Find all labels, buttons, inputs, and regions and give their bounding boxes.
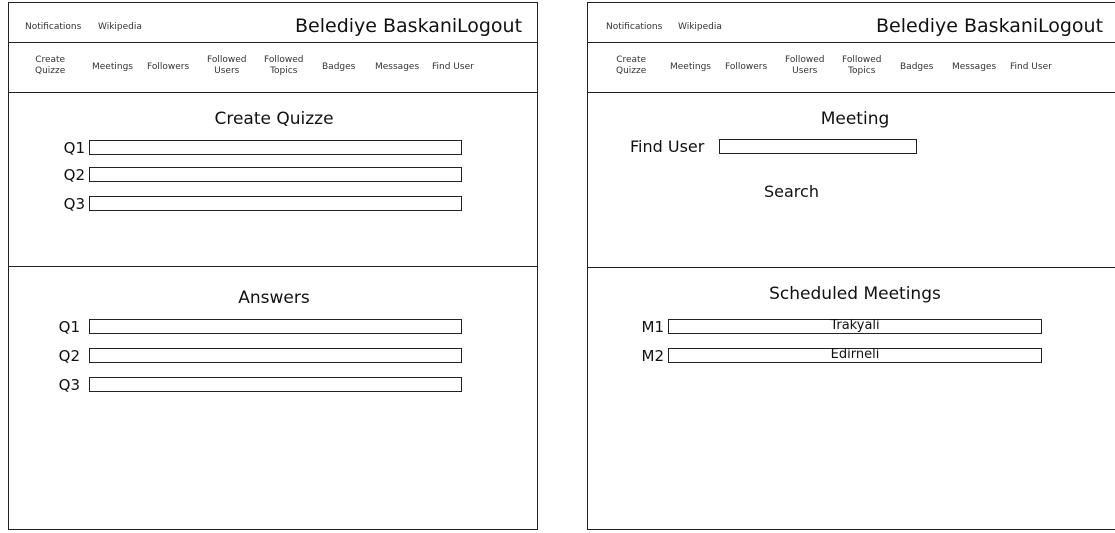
wikipedia-link[interactable]: Wikipedia [98,22,142,32]
logout-link[interactable]: Logout [1038,15,1103,37]
answer-label: Q1 [58,318,80,336]
create-quizze-title: Create Quizze [214,109,334,129]
nav-followed-topics[interactable]: Followed Topics [264,55,303,77]
nav-find-user[interactable]: Find User [432,62,474,73]
question-label: Q2 [63,166,85,184]
search-button[interactable]: Search [764,182,819,201]
wikipedia-link[interactable]: Wikipedia [678,22,722,32]
question-2-input[interactable] [89,167,462,182]
user-name-link[interactable]: Belediye Baskani [295,15,457,37]
question-1-input[interactable] [89,140,462,155]
answer-2-input[interactable] [89,348,462,363]
nav-meetings[interactable]: Meetings [670,62,711,73]
nav-bar: Create Quizze Meetings Followers Followe… [9,43,537,93]
logout-link[interactable]: Logout [457,15,522,37]
nav-followers[interactable]: Followers [725,62,767,73]
answer-label: Q2 [58,347,80,365]
nav-followers[interactable]: Followers [147,62,189,73]
nav-create-quizze[interactable]: Create Quizze [35,55,65,77]
nav-messages[interactable]: Messages [375,62,419,73]
notifications-link[interactable]: Notifications [25,22,81,32]
question-3-input[interactable] [89,196,462,211]
meeting-item[interactable]: Trakyali [668,319,1042,334]
answer-label: Q3 [58,376,80,394]
nav-find-user[interactable]: Find User [1010,62,1052,73]
meeting-page-frame: Notifications Wikipedia Belediye Baskani… [587,2,1115,530]
find-user-label: Find User [630,137,705,156]
nav-followed-users[interactable]: Followed Users [207,55,246,77]
meeting-title: Meeting [820,109,890,129]
answer-3-input[interactable] [89,377,462,392]
nav-bar: Create Quizze Meetings Followers Followe… [588,43,1115,93]
nav-followed-users[interactable]: Followed Users [785,55,824,77]
top-bar: Notifications Wikipedia Belediye Baskani… [588,3,1115,43]
meeting-label: M2 [641,347,665,365]
nav-badges[interactable]: Badges [900,62,933,73]
quiz-page-frame: Notifications Wikipedia Belediye Baskani… [8,2,538,530]
section-divider [9,266,537,267]
nav-badges[interactable]: Badges [322,62,355,73]
answer-1-input[interactable] [89,319,462,334]
user-name-link[interactable]: Belediye Baskani [876,15,1038,37]
top-bar: Notifications Wikipedia Belediye Baskani… [9,3,537,43]
question-label: Q3 [63,195,85,213]
section-divider [588,267,1115,268]
scheduled-meetings-title: Scheduled Meetings [769,284,941,304]
find-user-input[interactable] [719,139,917,154]
nav-followed-topics[interactable]: Followed Topics [842,55,881,77]
nav-messages[interactable]: Messages [952,62,996,73]
notifications-link[interactable]: Notifications [606,22,662,32]
nav-create-quizze[interactable]: Create Quizze [616,55,646,77]
meeting-label: M1 [641,318,665,336]
answers-title: Answers [238,288,310,308]
nav-meetings[interactable]: Meetings [92,62,133,73]
question-label: Q1 [63,139,85,157]
meeting-item[interactable]: Edirneli [668,348,1042,363]
